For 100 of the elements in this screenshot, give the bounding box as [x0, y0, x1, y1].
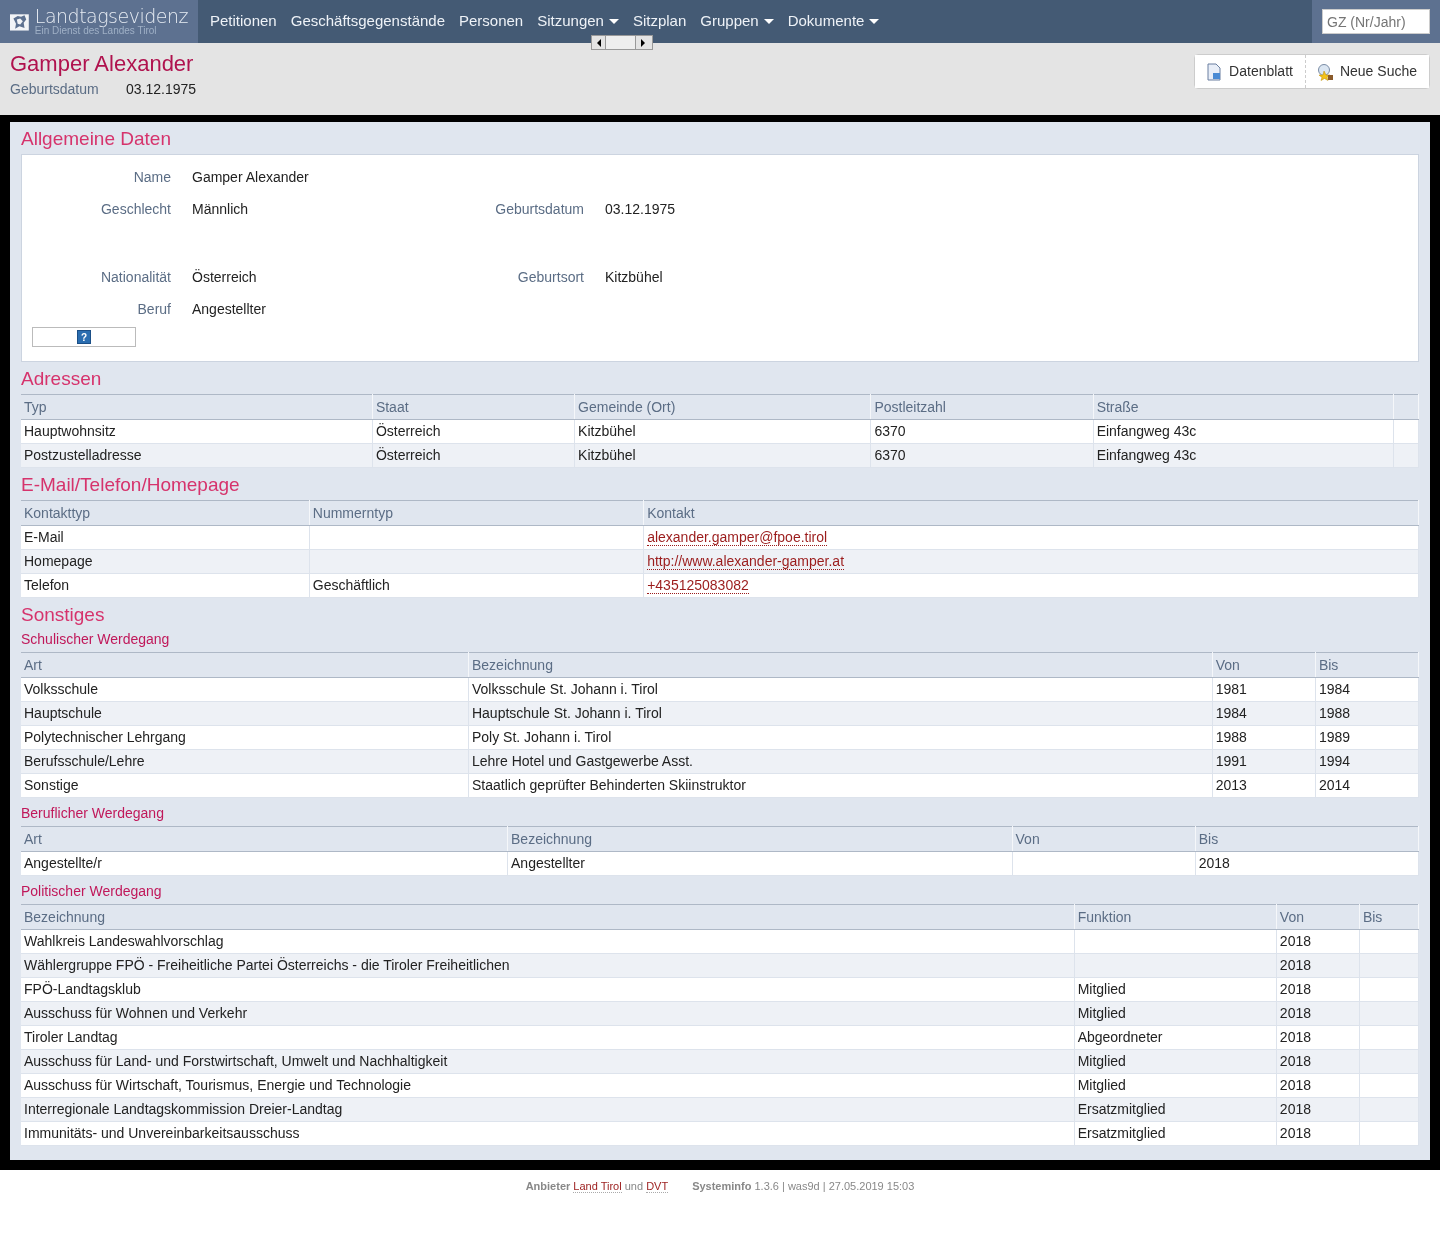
column-header: Bis — [1195, 826, 1419, 852]
search-button[interactable]: Neue Suche — [1304, 55, 1429, 88]
field-label: Geburtsdatum — [494, 199, 585, 219]
scroll-bar[interactable] — [591, 35, 653, 50]
column-header: Art — [21, 652, 469, 678]
column-header: Postleitzahl — [870, 394, 1094, 420]
table-cell: Ausschuss für Land- und Forstwirtschaft, Umwelt und Nachhaltigkeit — [21, 1049, 1075, 1074]
field-label: Beruf — [136, 299, 172, 319]
person-title: Gamper Alexander — [10, 51, 194, 77]
table-cell: Wählergruppe FPÖ - Freiheitliche Partei Österreichs - die Tiroler Freiheitlichen — [21, 953, 1075, 978]
table-cell: Angestellter — [507, 851, 1013, 876]
table-cell: Immunitäts- und Unvereinbarkeitsausschuss — [21, 1121, 1075, 1146]
table-cell: Interregionale Landtagskommission Dreier-Landtag — [21, 1097, 1075, 1122]
field-value: 03.12.1975 — [126, 80, 197, 99]
table-cell: Geschäftlich — [309, 573, 644, 598]
column-header: Von — [1276, 904, 1360, 930]
table-cell: 6370 — [870, 443, 1094, 468]
table-cell: Mitglied — [1074, 977, 1277, 1002]
section-heading: Sonstiges — [21, 604, 106, 626]
table-cell: Tiroler Landtag — [21, 1025, 1075, 1050]
table-cell: Ausschuss für Wirtschaft, Tourismus, Energie und Technologie — [21, 1073, 1075, 1098]
table-cell: 1994 — [1315, 749, 1419, 774]
caret-icon — [608, 19, 619, 24]
contact-link[interactable]: +435125083082 — [647, 577, 749, 595]
table-cell: Einfangweg 43c — [1093, 419, 1394, 444]
table-cell: Polytechnischer Lehrgang — [21, 725, 469, 750]
field-label: Geburtsort — [516, 267, 585, 287]
subsection-heading: Politischer Werdegang — [21, 882, 163, 900]
brand-title: Landtagsevidenz — [34, 7, 188, 26]
table-cell: 1988 — [1315, 701, 1419, 726]
table-cell: Volksschule St. Johann i. Tirol — [468, 677, 1213, 702]
table-cell: Telefon — [21, 573, 310, 598]
field-label: Geschlecht — [99, 199, 172, 219]
nav-link[interactable]: Gruppen — [693, 0, 781, 43]
table-cell: Hauptschule — [21, 701, 469, 726]
table-cell: 1988 — [1212, 725, 1316, 750]
table-cell: 1984 — [1212, 701, 1316, 726]
table-cell: 6370 — [870, 419, 1094, 444]
field-value: Kitzbühel — [605, 267, 663, 287]
field-label: Nationalität — [99, 267, 172, 287]
search-field[interactable]: GZ (Nr/Jahr) — [1322, 9, 1430, 34]
nav-link[interactable]: Petitionen — [203, 0, 284, 43]
nav-link[interactable]: Dokumente — [780, 0, 887, 43]
column-header: Kontakt — [643, 500, 1419, 526]
help-button[interactable]: ? — [32, 327, 136, 347]
table-cell: Österreich — [372, 419, 575, 444]
field-label: Geburtsdatum — [10, 80, 100, 99]
table-cell: Sonstige — [21, 773, 469, 798]
column-header: Bezeichnung — [21, 904, 1075, 930]
system-info-text: Systeminfo 1.3.6 | was9d | 27.05.2019 15:03 — [692, 1180, 915, 1192]
column-header: Bezeichnung — [468, 652, 1213, 678]
table-cell: Wahlkreis Landeswahlvorschlag — [21, 929, 1075, 954]
field-value: Österreich — [192, 267, 257, 287]
nav-link[interactable]: Personen — [452, 0, 531, 43]
table-cell: Staatlich geprüfter Behinderten Skiinstruktor — [468, 773, 1213, 798]
nav-link[interactable]: Sitzungen — [530, 0, 626, 43]
field-label: Name — [132, 167, 172, 187]
column-header: Funktion — [1074, 904, 1277, 930]
column-header: Straße — [1093, 394, 1394, 420]
caret-icon — [869, 19, 880, 24]
table-cell: 1991 — [1212, 749, 1316, 774]
table-cell: 1989 — [1315, 725, 1419, 750]
provider-link[interactable]: DVT — [646, 1180, 669, 1193]
table-cell: Hauptwohnsitz — [21, 419, 373, 444]
table-cell: Mitglied — [1074, 1073, 1277, 1098]
provider-text: Anbieter Land Tirol und DVT — [525, 1180, 669, 1193]
provider-link[interactable]: Land Tirol — [573, 1180, 622, 1193]
field-value: Gamper Alexander — [192, 167, 309, 187]
table-cell: Abgeordneter — [1074, 1025, 1277, 1050]
table-cell: Angestellte/r — [21, 851, 508, 876]
column-header: Bezeichnung — [507, 826, 1013, 852]
nav-link[interactable]: Geschäftsgegenstände — [283, 0, 452, 43]
table-cell: Österreich — [372, 443, 575, 468]
column-header: Staat — [372, 394, 575, 420]
column-header: Von — [1212, 652, 1316, 678]
table-cell: Kitzbühel — [574, 443, 871, 468]
section-heading: Allgemeine Daten — [21, 128, 172, 150]
nav-link[interactable]: Sitzplan — [625, 0, 694, 43]
table-cell: Ersatzmitglied — [1074, 1097, 1277, 1122]
table-cell: FPÖ-Landtagsklub — [21, 977, 1075, 1002]
field-value: 03.12.1975 — [605, 199, 676, 219]
column-header: Von — [1012, 826, 1196, 852]
table-cell: Mitglied — [1074, 1049, 1277, 1074]
table-cell: 1984 — [1315, 677, 1419, 702]
table-cell: 2018 — [1195, 851, 1419, 876]
table-cell: Postzustelladresse — [21, 443, 373, 468]
table-cell: Mitglied — [1074, 1001, 1277, 1026]
help-icon: ? — [77, 330, 91, 344]
table-cell: Ersatzmitglied — [1074, 1121, 1277, 1146]
brand-subtitle: Ein Dienst des Landes Tirol — [34, 26, 157, 36]
table-cell: Hauptschule St. Johann i. Tirol — [468, 701, 1213, 726]
table-cell: Poly St. Johann i. Tirol — [468, 725, 1213, 750]
contact-link[interactable]: http://www.alexander-gamper.at — [647, 553, 845, 571]
table-cell: 1981 — [1212, 677, 1316, 702]
table-cell: E-Mail — [21, 525, 310, 550]
table-cell: Einfangweg 43c — [1093, 443, 1394, 468]
section-heading: E-Mail/Telefon/Homepage — [21, 474, 241, 496]
caret-icon — [763, 19, 774, 24]
column-header: Typ — [21, 394, 373, 420]
contact-link[interactable]: alexander.gamper@fpoe.tirol — [647, 529, 828, 547]
